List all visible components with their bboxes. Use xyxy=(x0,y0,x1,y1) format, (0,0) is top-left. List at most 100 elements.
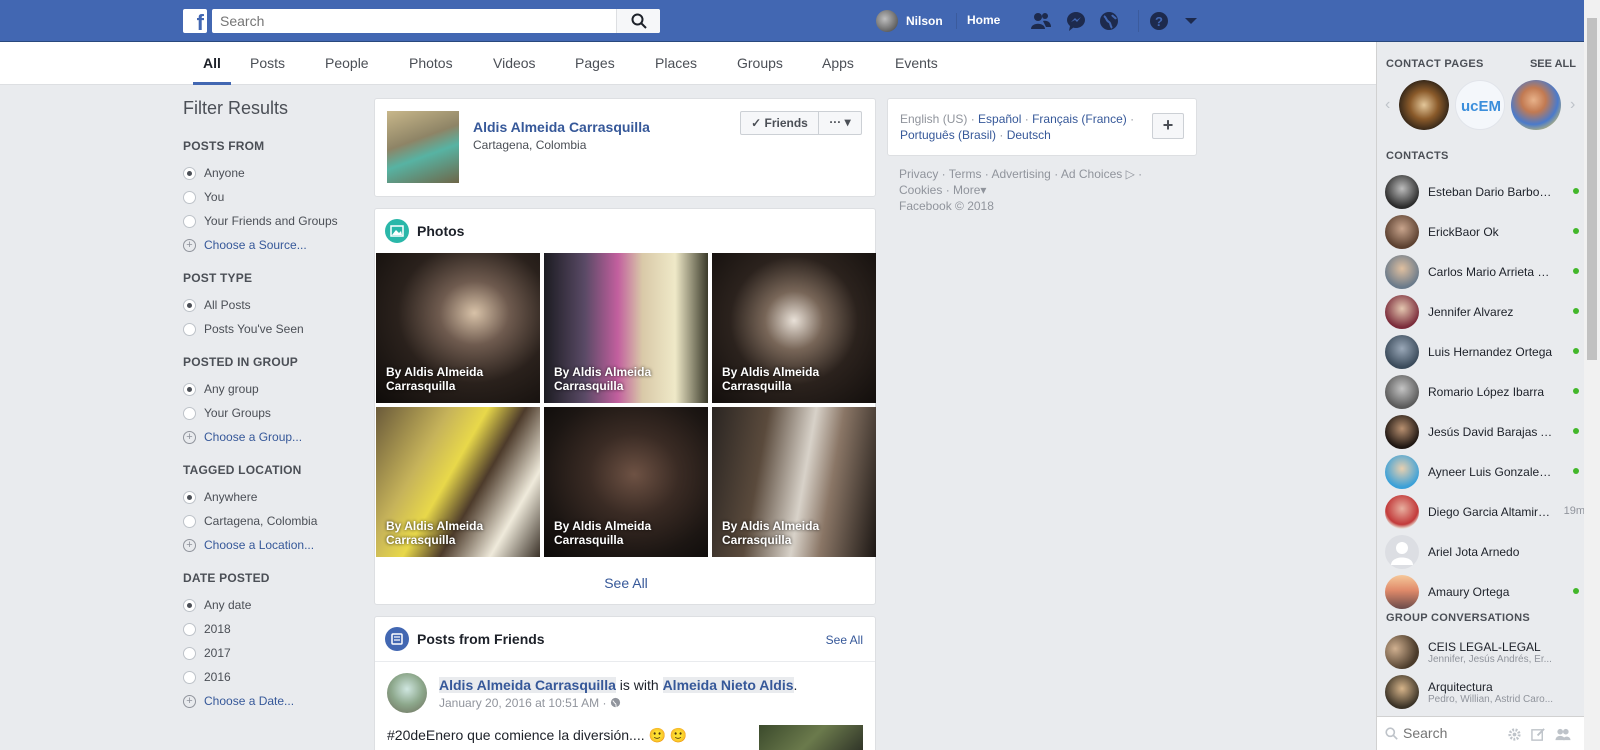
friend-requests-icon[interactable] xyxy=(1030,11,1052,31)
contact-page-avatar[interactable] xyxy=(1511,80,1561,130)
tab-places[interactable]: Places xyxy=(655,42,697,85)
post-image[interactable] xyxy=(759,725,863,750)
choose-location-link[interactable]: + Choose a Location... xyxy=(183,533,353,557)
footer-link[interactable]: Cookies xyxy=(899,183,942,197)
tab-apps[interactable]: Apps xyxy=(822,42,854,85)
more-options-button[interactable]: ··· ▾ xyxy=(819,112,861,134)
language-link[interactable]: Français (France) xyxy=(1032,112,1127,126)
filter-option[interactable]: You xyxy=(183,185,353,209)
option-label: Anyone xyxy=(204,166,245,180)
profile-link[interactable]: Nilson xyxy=(876,9,943,33)
post-author-avatar[interactable] xyxy=(387,673,427,713)
post-author-link[interactable]: Aldis Almeida Carrasquilla xyxy=(439,677,616,693)
filter-option[interactable]: Posts You've Seen xyxy=(183,317,353,341)
chevron-right-icon[interactable]: › xyxy=(1570,96,1575,114)
tab-people[interactable]: People xyxy=(325,42,369,85)
contact-item[interactable]: Amaury Ortega xyxy=(1385,572,1579,612)
photo-thumbnail[interactable]: By Aldis Almeida Carrasquilla xyxy=(376,253,540,403)
tagged-person-link[interactable]: Almeida Nieto Aldis xyxy=(662,677,794,693)
contact-item[interactable]: Jesús David Barajas Alvarez xyxy=(1385,412,1579,452)
choose-group-link[interactable]: + Choose a Group... xyxy=(183,425,353,449)
language-link[interactable]: Deutsch xyxy=(1007,128,1051,142)
see-all-pages-link[interactable]: SEE ALL xyxy=(1530,58,1576,70)
photo-thumbnail[interactable]: By Aldis Almeida Carrasquilla xyxy=(544,407,708,557)
tab-all[interactable]: All xyxy=(193,42,231,85)
tab-photos[interactable]: Photos xyxy=(409,42,453,85)
help-icon[interactable]: ? xyxy=(1148,11,1170,31)
footer-link[interactable]: More xyxy=(953,183,980,197)
contact-page-avatar[interactable] xyxy=(1399,80,1449,130)
post-timestamp[interactable]: January 20, 2016 at 10:51 AM · xyxy=(439,696,606,710)
footer-link[interactable]: Privacy xyxy=(899,167,938,181)
filter-option[interactable]: Any group xyxy=(183,377,353,401)
contact-page-avatar[interactable]: ucEM xyxy=(1455,80,1505,130)
photo-thumbnail[interactable]: By Aldis Almeida Carrasquilla xyxy=(544,253,708,403)
search-icon xyxy=(631,13,647,29)
contact-item[interactable]: Jennifer Alvarez xyxy=(1385,292,1579,332)
option-label: Choose a Location... xyxy=(204,538,315,552)
language-link[interactable]: Português (Brasil) xyxy=(900,128,996,142)
scrollbar-thumb[interactable] xyxy=(1587,18,1597,360)
filter-option[interactable]: Your Friends and Groups xyxy=(183,209,353,233)
photo-thumbnail[interactable]: By Aldis Almeida Carrasquilla xyxy=(376,407,540,557)
filter-option[interactable]: 2016 xyxy=(183,665,353,689)
filter-option[interactable]: Cartagena, Colombia xyxy=(183,509,353,533)
group-conversation-item[interactable]: Arquitectura Pedro, Willian, Astrid Caro.… xyxy=(1385,672,1579,712)
person-name-link[interactable]: Aldis Almeida Carrasquilla xyxy=(473,119,650,135)
home-link[interactable]: Home xyxy=(956,13,1000,29)
filter-results-panel: Filter Results POSTS FROM Anyone You You… xyxy=(183,98,353,727)
option-label: You xyxy=(204,190,225,204)
contact-item[interactable]: Luis Hernandez Ortega xyxy=(1385,332,1579,372)
tab-pages[interactable]: Pages xyxy=(575,42,615,85)
add-language-button[interactable]: + xyxy=(1152,113,1184,139)
footer-link[interactable]: Ad Choices xyxy=(1061,167,1122,181)
footer-link[interactable]: Advertising xyxy=(991,167,1050,181)
filter-option[interactable]: All Posts xyxy=(183,293,353,317)
search-input[interactable] xyxy=(212,9,612,33)
contact-item[interactable]: Diego Garcia Altamiranda 19m xyxy=(1385,492,1585,532)
contact-item[interactable]: Ayneer Luis Gonzalez Jimenez xyxy=(1385,452,1579,492)
tab-videos[interactable]: Videos xyxy=(493,42,536,85)
messenger-icon[interactable] xyxy=(1065,11,1087,31)
create-group-icon[interactable] xyxy=(1555,727,1571,742)
filter-option[interactable]: Any date xyxy=(183,593,353,617)
group-avatar xyxy=(1385,675,1419,709)
filter-option[interactable]: Anyone xyxy=(183,161,353,185)
choose-source-link[interactable]: + Choose a Source... xyxy=(183,233,353,257)
filter-option[interactable]: Anywhere xyxy=(183,485,353,509)
language-link[interactable]: Español xyxy=(978,112,1021,126)
new-message-icon[interactable] xyxy=(1531,727,1546,742)
choose-date-link[interactable]: + Choose a Date... xyxy=(183,689,353,713)
photo-thumbnail[interactable]: By Aldis Almeida Carrasquilla xyxy=(712,253,876,403)
tab-events[interactable]: Events xyxy=(895,42,938,85)
search-button[interactable] xyxy=(616,9,660,33)
filter-option[interactable]: Your Groups xyxy=(183,401,353,425)
contact-item[interactable]: Romario López Ibarra xyxy=(1385,372,1579,412)
friends-button[interactable]: ✓ Friends xyxy=(741,112,819,134)
notifications-globe-icon[interactable] xyxy=(1098,11,1120,31)
online-indicator xyxy=(1573,348,1579,354)
contact-item[interactable]: Carlos Mario Arrieta Mendoza xyxy=(1385,252,1579,292)
contact-item[interactable]: ErickBaor Ok xyxy=(1385,212,1579,252)
group-conversation-item[interactable]: CEIS LEGAL-LEGAL Jennifer, Jesús Andrés, … xyxy=(1385,632,1579,672)
person-location: Cartagena, Colombia xyxy=(473,138,587,152)
photo-thumbnail[interactable]: By Aldis Almeida Carrasquilla xyxy=(712,407,876,557)
see-all-photos-link[interactable]: See All xyxy=(375,575,877,591)
tab-posts[interactable]: Posts xyxy=(250,42,285,85)
account-menu-icon[interactable] xyxy=(1180,11,1202,31)
chat-search-input[interactable] xyxy=(1403,725,1499,741)
gear-icon[interactable] xyxy=(1507,727,1522,742)
see-all-posts-link[interactable]: See All xyxy=(826,633,863,647)
profile-photo[interactable] xyxy=(387,111,459,183)
chevron-left-icon[interactable]: ‹ xyxy=(1385,96,1390,114)
tab-groups[interactable]: Groups xyxy=(737,42,783,85)
facebook-logo[interactable]: f xyxy=(183,9,207,33)
contact-item[interactable]: Ariel Jota Arnedo xyxy=(1385,532,1579,572)
public-globe-icon xyxy=(610,697,620,708)
filter-option[interactable]: 2017 xyxy=(183,641,353,665)
page-scrollbar[interactable] xyxy=(1584,0,1600,750)
option-label: Choose a Date... xyxy=(204,694,295,708)
contact-item[interactable]: Esteban Dario Barbosa Pat... xyxy=(1385,172,1579,212)
footer-link[interactable]: Terms xyxy=(949,167,982,181)
filter-option[interactable]: 2018 xyxy=(183,617,353,641)
